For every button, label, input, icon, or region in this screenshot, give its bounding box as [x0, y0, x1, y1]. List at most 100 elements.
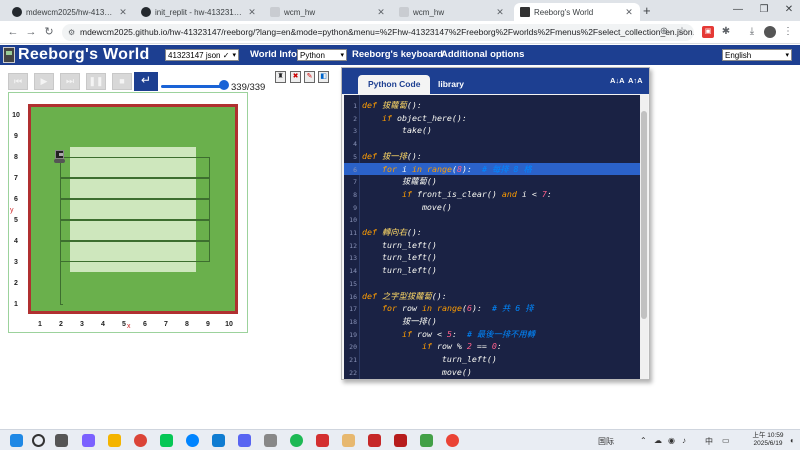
menu-kebab-icon[interactable]: ⋮	[782, 26, 794, 38]
code-line[interactable]: 16 def 之字型拔蘿蔔():	[344, 290, 640, 303]
copilot-icon[interactable]	[82, 434, 95, 447]
code-line[interactable]: 21 turn_left()	[344, 353, 640, 366]
code-line[interactable]: 12 turn_left()	[344, 239, 640, 252]
volume-icon[interactable]: ♪	[682, 436, 686, 445]
code-line[interactable]: 1 def 拔蘿蔔():	[344, 99, 640, 112]
edge-icon[interactable]	[212, 434, 225, 447]
url-input[interactable]: ⚙ mdewcm2025.github.io/hw-41323147/reebo…	[62, 24, 694, 41]
windows-start-icon[interactable]	[10, 434, 23, 447]
code-line[interactable]: 17 for row in range(6): # 共 6 排	[344, 302, 640, 315]
editor-scrollbar[interactable]	[640, 95, 648, 379]
robot-info-icon[interactable]: ♜	[275, 71, 286, 83]
code-line[interactable]: 20 if row % 2 == 0:	[344, 340, 640, 353]
edit-world-icon[interactable]: ✎	[304, 71, 315, 83]
font-increase-button[interactable]: A↑A	[628, 76, 643, 85]
world-select[interactable]: 41323147 json ✓ ▾	[165, 49, 239, 61]
step-slider-track[interactable]	[161, 85, 225, 88]
weather-badge[interactable]: 国际	[598, 436, 614, 447]
keyboard-button[interactable]: Reeborg's keyboard	[352, 45, 443, 65]
new-tab-icon[interactable]: +	[643, 3, 651, 18]
minecraft-icon[interactable]	[420, 434, 433, 447]
line-icon[interactable]	[160, 434, 173, 447]
translate-icon[interactable]: ⊕	[658, 26, 670, 38]
browser-tab-1[interactable]: mdewcm2025/hw-41323147 ✕	[6, 3, 134, 21]
code-area[interactable]: 1 def 拔蘿蔔(): 2 if object_here(): 3 take() 4 5…	[344, 95, 640, 379]
app-icon[interactable]	[394, 434, 407, 447]
pause-button[interactable]: ❚❚	[86, 73, 106, 90]
stop-button[interactable]: ■	[112, 73, 132, 90]
run-button[interactable]: ▶	[34, 73, 54, 90]
reset-button[interactable]: ⏮	[8, 73, 28, 90]
reload-world-button[interactable]: ↵	[134, 72, 158, 91]
code-line[interactable]: 15	[344, 277, 640, 290]
browser-tab-5[interactable]: Reeborg's World ✕	[514, 3, 640, 21]
minimize-icon[interactable]: —	[730, 4, 746, 15]
back-icon[interactable]: ←	[6, 25, 20, 39]
code-line[interactable]: 19 if row < 5: # 最後一排不用轉	[344, 328, 640, 341]
additional-options-button[interactable]: Additional options	[441, 45, 524, 65]
battery-icon[interactable]: ▭	[722, 436, 730, 445]
ime-indicator[interactable]: 中	[705, 436, 713, 447]
code-line[interactable]: 13 turn_left()	[344, 251, 640, 264]
acrobat-icon[interactable]	[316, 434, 329, 447]
close-icon[interactable]: ✕	[376, 7, 386, 18]
code-line[interactable]: 6 for i in range(8): # 每排 8 格	[344, 162, 640, 176]
chrome-icon[interactable]	[446, 434, 459, 447]
close-icon[interactable]: ✕	[624, 7, 634, 18]
code-line[interactable]: 5 def 拔一排():	[344, 150, 640, 163]
code-line[interactable]: 4	[344, 137, 640, 150]
site-info-icon[interactable]: ⚙	[68, 24, 75, 41]
spotify-icon[interactable]	[290, 434, 303, 447]
code-line[interactable]: 2 if object_here():	[344, 112, 640, 125]
close-icon[interactable]: ✕	[495, 7, 505, 18]
world-info-button[interactable]: World Info	[250, 45, 297, 65]
calculator-icon[interactable]	[264, 434, 277, 447]
discord-icon[interactable]	[238, 434, 251, 447]
code-line[interactable]: 11 def 轉向右():	[344, 226, 640, 239]
app-icon[interactable]	[342, 434, 355, 447]
tab-python-code[interactable]: Python Code	[358, 75, 431, 94]
extensions-puzzle-icon[interactable]: ✱	[720, 26, 732, 38]
language-select[interactable]: Python ▾	[297, 49, 347, 61]
app-icon[interactable]	[368, 434, 381, 447]
forward-icon[interactable]: →	[24, 25, 38, 39]
window-close-icon[interactable]: ✕	[781, 4, 797, 15]
code-line[interactable]: 8 if front_is_clear() and i < 7:	[344, 188, 640, 201]
bookmark-star-icon[interactable]: ☆	[676, 26, 688, 38]
extension-icon[interactable]: ▣	[702, 26, 714, 38]
clear-icon[interactable]: ✖	[290, 71, 301, 83]
code-line[interactable]: 3 take()	[344, 124, 640, 137]
maximize-icon[interactable]: ❐	[756, 4, 772, 15]
chrome-icon[interactable]	[134, 434, 147, 447]
editor-scroll-thumb[interactable]	[641, 111, 647, 319]
code-line[interactable]: 7 拔蘿蔔()	[344, 175, 640, 188]
highlight-icon[interactable]: ◧	[318, 71, 329, 83]
search-icon[interactable]	[32, 434, 45, 447]
close-icon[interactable]: ✕	[118, 7, 128, 18]
code-line[interactable]: 18 拔一排()	[344, 315, 640, 328]
tab-library[interactable]: library	[428, 75, 474, 94]
clock[interactable]: 上午 10:59 2025/6/19	[750, 432, 786, 448]
code-line[interactable]: 14 turn_left()	[344, 264, 640, 277]
profile-avatar[interactable]	[764, 26, 776, 38]
close-icon[interactable]: ✕	[247, 7, 257, 18]
file-explorer-icon[interactable]	[108, 434, 121, 447]
browser-tab-3[interactable]: wcm_hw ✕	[264, 3, 392, 21]
messenger-icon[interactable]	[186, 434, 199, 447]
step-slider-thumb[interactable]	[219, 80, 229, 90]
font-decrease-button[interactable]: A↓A	[610, 76, 625, 85]
tray-chevron-icon[interactable]: ⌃	[640, 436, 647, 445]
task-view-icon[interactable]	[55, 434, 68, 447]
ui-language-select[interactable]: English ▾	[722, 49, 792, 61]
code-line[interactable]: 10	[344, 213, 640, 226]
download-icon[interactable]: ⤓	[746, 26, 758, 38]
reload-icon[interactable]: ↻	[42, 25, 56, 39]
network-icon[interactable]: ◉	[668, 436, 675, 445]
onedrive-icon[interactable]: ☁	[654, 436, 662, 445]
code-line[interactable]: 9 move()	[344, 201, 640, 214]
browser-tab-4[interactable]: wcm_hw ✕	[393, 3, 511, 21]
code-line[interactable]: 22 move()	[344, 366, 640, 379]
notification-icon[interactable]: ◐	[790, 436, 795, 445]
browser-tab-2[interactable]: init_replit - hw-41323147 [Co ✕	[135, 3, 263, 21]
step-button[interactable]: ⏭	[60, 73, 80, 90]
